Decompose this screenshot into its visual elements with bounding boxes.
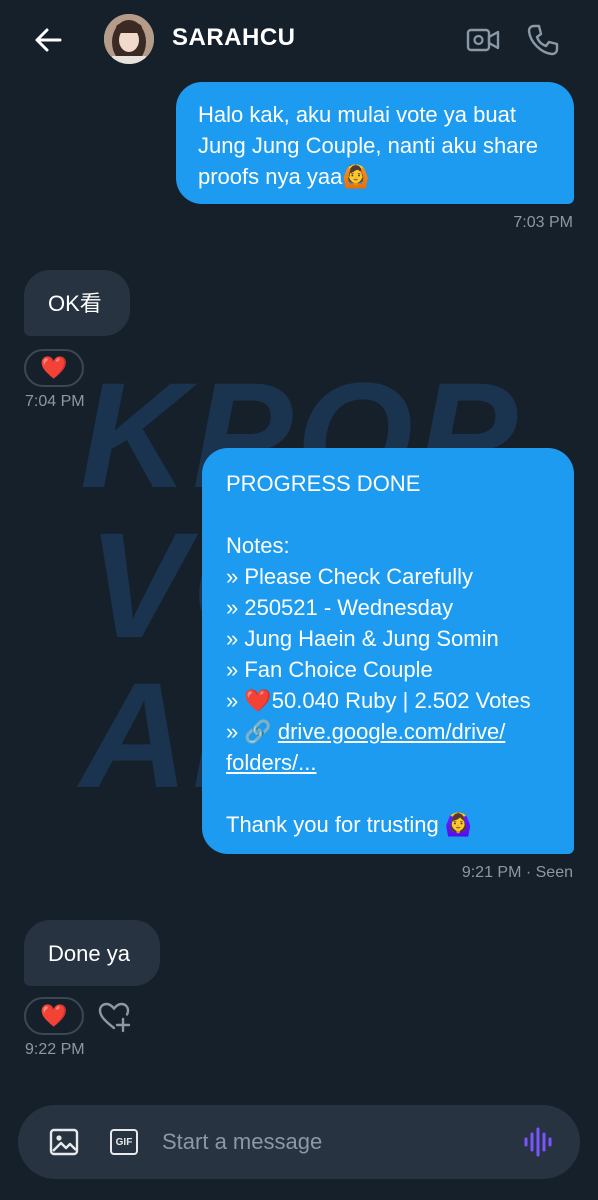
back-arrow-icon[interactable] — [30, 22, 66, 58]
link-prefix: » 🔗 — [226, 719, 272, 744]
message-timestamp-seen: 9:21 PM · Seen — [461, 864, 573, 881]
message-line: PROGRESS DONE — [226, 471, 421, 496]
contact-name[interactable]: SARAHCU — [172, 24, 296, 52]
drive-link-continued[interactable]: folders/... — [226, 750, 316, 775]
message-line: » 🔗 drive.google.com/drive/ — [226, 716, 550, 747]
message-bubble-received[interactable]: Done ya — [24, 920, 160, 986]
heart-icon: ❤️ — [40, 1003, 68, 1029]
avatar[interactable] — [104, 14, 154, 64]
message-input[interactable] — [162, 1125, 502, 1159]
message-line: » ❤️50.040 Ruby | 2.502 Votes — [226, 688, 531, 713]
message-timestamp: 9:22 PM — [25, 1041, 85, 1058]
add-reaction-icon[interactable] — [96, 999, 132, 1035]
message-line: » Please Check Carefully — [226, 564, 474, 589]
message-bubble-sent[interactable]: Halo kak, aku mulai vote ya buat Jung Ju… — [176, 82, 574, 204]
voice-message-icon[interactable] — [520, 1124, 556, 1160]
message-bubble-sent[interactable]: PROGRESS DONE Notes: » Please Check Care… — [202, 448, 574, 854]
drive-link[interactable]: drive.google.com/drive/ — [278, 719, 505, 744]
heart-icon: ❤️ — [40, 355, 68, 381]
message-line: Notes: — [226, 533, 290, 558]
message-line: » Jung Haein & Jung Somin — [226, 626, 499, 651]
message-line: Thank you for trusting 🙆‍♀️ — [226, 812, 473, 837]
message-line: » 250521 - Wednesday — [226, 595, 454, 620]
message-line: » Fan Choice Couple — [226, 657, 433, 682]
message-timestamp: 7:03 PM — [513, 214, 573, 231]
message-line: folders/... — [226, 747, 550, 778]
message-bubble-received[interactable]: OK看 — [24, 270, 130, 336]
chat-header: SARAHCU — [0, 0, 598, 80]
message-timestamp: 7:04 PM — [25, 393, 85, 410]
video-call-icon[interactable] — [465, 22, 501, 58]
gif-label: GIF — [110, 1129, 138, 1155]
phone-call-icon[interactable] — [525, 22, 561, 58]
gif-icon[interactable]: GIF — [106, 1124, 142, 1160]
reaction-heart[interactable]: ❤️ — [24, 997, 84, 1035]
message-composer: GIF — [18, 1105, 580, 1179]
reaction-heart[interactable]: ❤️ — [24, 349, 84, 387]
image-icon[interactable] — [46, 1124, 82, 1160]
